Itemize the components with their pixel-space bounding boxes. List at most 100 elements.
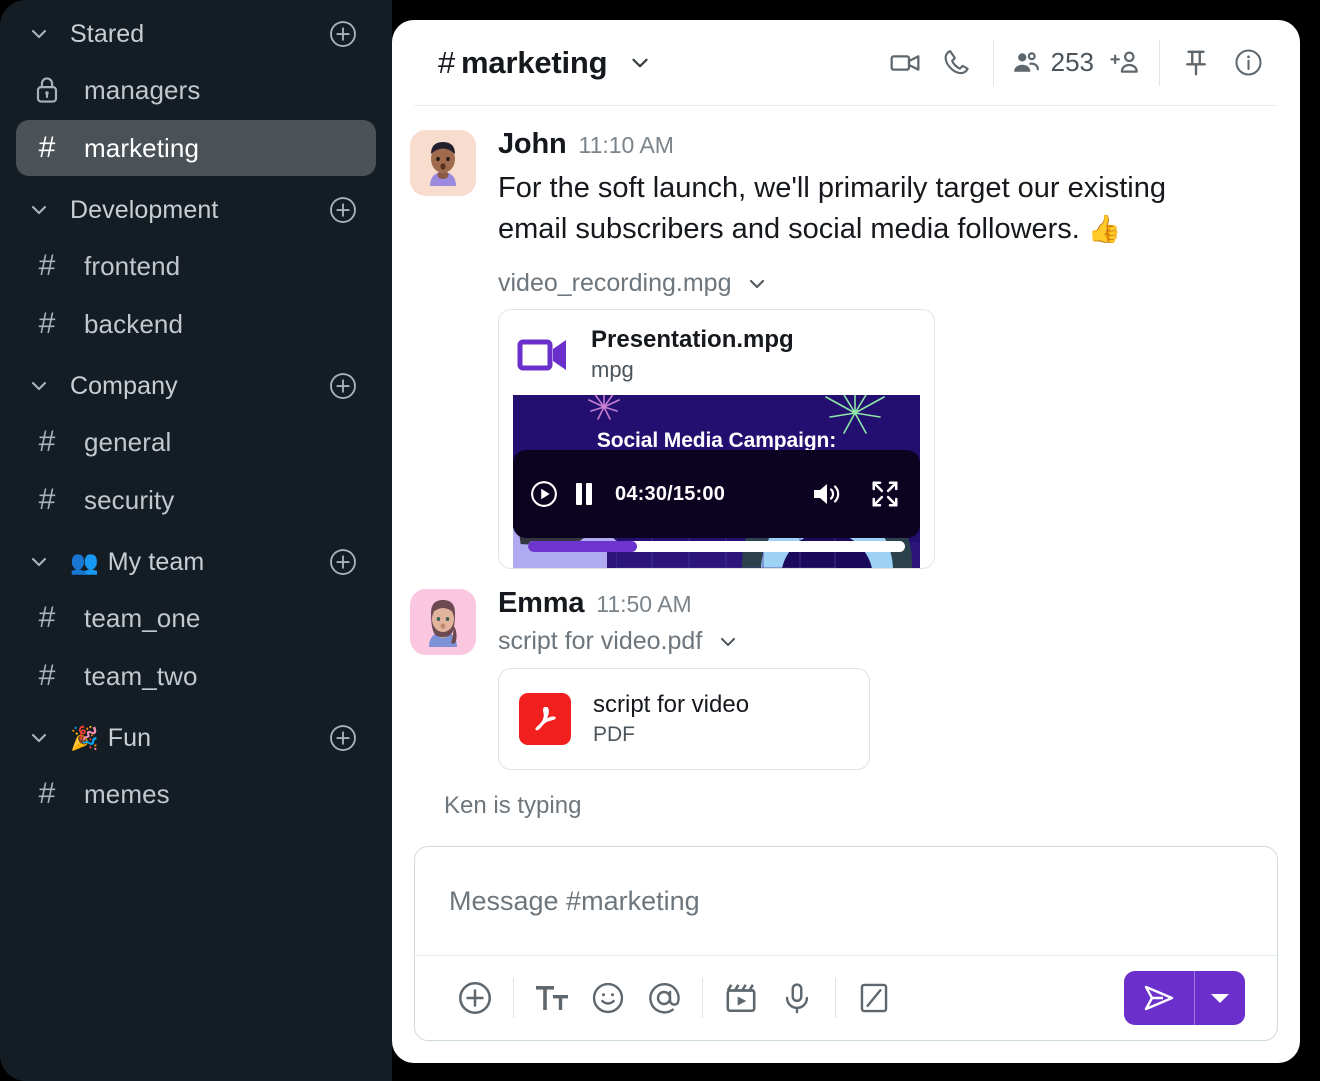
mention-button[interactable] [636, 970, 692, 1026]
send-button[interactable] [1124, 971, 1194, 1025]
hash-icon: # [38, 483, 56, 516]
sidebar-item-marketing[interactable]: # marketing [16, 120, 376, 176]
section-emoji: 🎉 [70, 724, 99, 751]
people-icon[interactable] [1006, 37, 1046, 89]
sidebar-section-label: 👥 My team [70, 548, 328, 577]
chevron-down-icon[interactable] [627, 50, 653, 76]
chat-panel: # marketing 253 John 11:10 AM For the so… [392, 20, 1300, 1063]
sidebar-item-label: team_one [84, 602, 201, 633]
add-person-icon[interactable] [1103, 37, 1147, 89]
section-emoji: 👥 [70, 548, 99, 575]
sidebar-item-label: memes [84, 778, 170, 809]
section-title: Stared [70, 19, 145, 48]
chevron-down-icon[interactable] [26, 373, 52, 399]
sidebar-item-memes[interactable]: # memes [16, 766, 376, 822]
pdf-attachment-card[interactable]: script for video PDF [498, 668, 870, 771]
add-channel-button[interactable] [328, 371, 358, 401]
video-card-header: Presentation.mpg mpg [499, 310, 934, 395]
sidebar-item-team_two[interactable]: # team_two [16, 648, 376, 704]
add-channel-button[interactable] [328, 547, 358, 577]
info-icon[interactable] [1222, 37, 1274, 89]
message-body: John 11:10 AM For the soft launch, we'll… [498, 128, 1274, 570]
message-item: John 11:10 AM For the soft launch, we'll… [392, 128, 1300, 570]
voice-message-button[interactable] [769, 970, 825, 1026]
sidebar-item-general[interactable]: # general [16, 414, 376, 470]
message-meta: John 11:10 AM [498, 128, 1274, 161]
video-camera-icon[interactable] [879, 37, 931, 89]
message-timestamp: 11:50 AM [596, 591, 692, 618]
sidebar-section-development[interactable]: Development [0, 184, 392, 236]
sidebar-item-label: backend [84, 308, 183, 339]
toolbar-divider [513, 978, 514, 1018]
hash-icon: # [38, 307, 56, 340]
hash-icon: # [38, 425, 56, 458]
pin-icon[interactable] [1170, 37, 1222, 89]
sidebar-section-label: Stared [70, 20, 328, 49]
attachment-filename: video_recording.mpg [498, 269, 732, 298]
video-progress-bar[interactable] [528, 541, 905, 553]
members-count: 253 [1050, 47, 1094, 77]
add-channel-button[interactable] [328, 723, 358, 753]
members-group: 253 [992, 37, 1160, 89]
sidebar-item-label: managers [84, 74, 201, 105]
video-clip-button[interactable] [713, 970, 769, 1026]
sidebar-item-label: team_two [84, 660, 198, 691]
sidebar-item-backend[interactable]: # backend [16, 296, 376, 352]
emoji-button[interactable] [580, 970, 636, 1026]
play-circle-icon[interactable] [529, 479, 559, 509]
sidebar-item-label: security [84, 484, 175, 515]
avatar[interactable] [410, 130, 476, 196]
video-attachment-card[interactable]: Presentation.mpg mpg Social Media Campai… [498, 309, 935, 570]
chevron-down-icon[interactable] [745, 272, 769, 296]
add-channel-button[interactable] [328, 19, 358, 49]
message-meta: Emma 11:50 AM [498, 587, 1274, 620]
message-input[interactable]: Message #marketing [415, 847, 1277, 955]
sidebar-section-fun[interactable]: 🎉 Fun [0, 712, 392, 764]
attachment-filename-row[interactable]: video_recording.mpg [498, 269, 1274, 298]
pdf-file-type: PDF [593, 723, 635, 747]
video-file-type: mpg [591, 357, 634, 383]
channel-title[interactable]: # marketing [438, 45, 653, 81]
attach-button[interactable] [447, 970, 503, 1026]
add-channel-button[interactable] [328, 195, 358, 225]
channel-header: # marketing 253 [392, 20, 1300, 105]
hash-icon: # [38, 131, 56, 164]
sidebar-item-frontend[interactable]: # frontend [16, 238, 376, 294]
lock-icon [28, 75, 66, 105]
send-options-button[interactable] [1195, 971, 1245, 1025]
send-control [1124, 971, 1245, 1025]
sidebar-section-stared[interactable]: Stared [0, 8, 392, 60]
chevron-down-icon[interactable] [26, 725, 52, 751]
section-title: My team [107, 547, 205, 576]
toolbar-divider [702, 978, 703, 1018]
message-input-placeholder: Message #marketing [449, 885, 700, 916]
sidebar-section-label: 🎉 Fun [70, 724, 328, 753]
sidebar-section-company[interactable]: Company [0, 360, 392, 412]
message-text-content: For the soft launch, we'll primarily tar… [498, 172, 1166, 246]
sidebar-item-managers[interactable]: managers [16, 62, 376, 118]
sidebar-section-my-team[interactable]: 👥 My team [0, 536, 392, 588]
chevron-down-icon[interactable] [26, 21, 52, 47]
attachment-filename-row[interactable]: script for video.pdf [498, 627, 1274, 656]
avatar[interactable] [410, 589, 476, 656]
volume-icon[interactable] [811, 480, 841, 508]
hash-icon: # [38, 249, 56, 282]
chevron-down-icon[interactable] [716, 630, 740, 654]
sidebar-item-label: general [84, 426, 172, 457]
whiteboard-button[interactable] [846, 970, 902, 1026]
sidebar-item-team_one[interactable]: # team_one [16, 590, 376, 646]
video-card-names: Presentation.mpg mpg [591, 326, 794, 383]
phone-icon[interactable] [931, 37, 983, 89]
pause-icon[interactable] [574, 481, 594, 507]
hash-icon: # [38, 659, 56, 692]
composer-toolbar [415, 956, 1277, 1040]
video-thumbnail[interactable]: Social Media Campaign: Subscribers and f… [513, 395, 920, 569]
sidebar-section-label: Company [70, 372, 328, 401]
attachment-filename: script for video.pdf [498, 627, 703, 656]
chevron-down-icon[interactable] [26, 197, 52, 223]
fullscreen-icon[interactable] [870, 479, 900, 509]
chevron-down-icon[interactable] [26, 549, 52, 575]
format-text-button[interactable] [524, 970, 580, 1026]
sidebar-item-security[interactable]: # security [16, 472, 376, 528]
message-list: John 11:10 AM For the soft launch, we'll… [392, 106, 1300, 832]
